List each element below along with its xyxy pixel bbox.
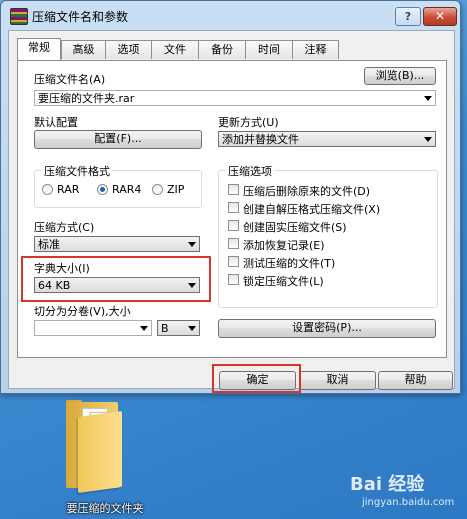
update-mode-value: 添加并替换文件 xyxy=(222,133,299,146)
radio-rar4[interactable] xyxy=(97,184,108,195)
browse-button[interactable]: 浏览(B)... xyxy=(364,67,436,85)
checkbox-recovery-label: 添加恢复记录(E) xyxy=(243,239,325,252)
checkbox-recovery[interactable] xyxy=(228,238,239,249)
tab-time[interactable]: 时间 xyxy=(245,40,293,59)
checkbox-solid-label: 创建固实压缩文件(S) xyxy=(243,221,347,234)
title-bar[interactable]: 压缩文件名和参数 ? ✕ xyxy=(1,1,460,29)
ok-highlight-box xyxy=(212,364,301,393)
desktop-folder[interactable] xyxy=(60,400,140,500)
checkbox-delete-after[interactable] xyxy=(228,184,239,195)
cancel-button[interactable]: 取消 xyxy=(299,371,376,390)
dialog-client: 常规 高级 选项 文件 备份 时间 注释 压缩文件名(A) 浏览(B)... 要… xyxy=(8,30,455,393)
chevron-down-icon xyxy=(188,242,196,247)
general-panel: 压缩文件名(A) 浏览(B)... 要压缩的文件夹.rar 默认配置 配置(F)… xyxy=(17,60,447,358)
split-unit-value: B xyxy=(161,322,169,335)
radio-zip[interactable] xyxy=(152,184,163,195)
baidu-watermark-url: jingyan.baidu.com xyxy=(362,497,455,508)
chevron-down-icon xyxy=(424,137,432,142)
chevron-down-icon xyxy=(424,96,432,101)
checkbox-lock[interactable] xyxy=(228,274,239,285)
archive-dialog: 压缩文件名和参数 ? ✕ 常规 高级 选项 文件 备份 时间 注释 压缩文件名(… xyxy=(0,0,461,394)
archive-options-title: 压缩选项 xyxy=(226,163,274,179)
checkbox-test[interactable] xyxy=(228,256,239,267)
help-button[interactable]: 帮助 xyxy=(378,371,453,390)
archive-format-group: 压缩文件格式 RAR RAR4 ZIP xyxy=(34,163,202,208)
help-title-button[interactable]: ? xyxy=(395,7,421,26)
split-size-combo[interactable] xyxy=(34,320,152,336)
checkbox-delete-after-label: 压缩后删除原来的文件(D) xyxy=(243,185,371,198)
split-volume-label: 切分为分卷(V),大小 xyxy=(34,305,131,318)
dictionary-highlight-box xyxy=(21,256,211,302)
profile-button[interactable]: 配置(F)... xyxy=(34,130,202,149)
tab-advanced[interactable]: 高级 xyxy=(61,40,106,59)
update-mode-select[interactable]: 添加并替换文件 xyxy=(218,131,436,147)
archive-name-combo[interactable]: 要压缩的文件夹.rar xyxy=(34,90,436,106)
archive-options-group: 压缩选项 压缩后删除原来的文件(D) 创建自解压格式压缩文件(X) 创建固实压缩… xyxy=(218,163,438,308)
compression-method-value: 标准 xyxy=(38,238,60,251)
chevron-down-icon xyxy=(188,326,196,331)
archive-format-title: 压缩文件格式 xyxy=(42,163,112,179)
checkbox-test-label: 测试压缩的文件(T) xyxy=(243,257,336,270)
profile-label: 默认配置 xyxy=(34,116,78,129)
tab-comment[interactable]: 注释 xyxy=(292,40,339,59)
tab-backup[interactable]: 备份 xyxy=(198,40,246,59)
checkbox-sfx-label: 创建自解压格式压缩文件(X) xyxy=(243,203,381,216)
tab-options[interactable]: 选项 xyxy=(105,40,152,59)
compression-method-label: 压缩方式(C) xyxy=(34,221,95,234)
close-button[interactable]: ✕ xyxy=(423,7,457,26)
set-password-button[interactable]: 设置密码(P)... xyxy=(218,319,436,338)
radio-rar[interactable] xyxy=(42,184,53,195)
tab-files[interactable]: 文件 xyxy=(151,40,199,59)
radio-rar4-label: RAR4 xyxy=(112,183,142,196)
window-title: 压缩文件名和参数 xyxy=(32,10,129,24)
checkbox-sfx[interactable] xyxy=(228,202,239,213)
chevron-down-icon xyxy=(140,326,148,331)
split-unit-select[interactable]: B xyxy=(157,320,200,336)
radio-zip-label: ZIP xyxy=(167,183,185,196)
baidu-watermark: Bai 经验 xyxy=(350,474,425,495)
compression-method-select[interactable]: 标准 xyxy=(34,236,200,252)
tab-general[interactable]: 常规 xyxy=(17,38,61,60)
archive-name-value: 要压缩的文件夹.rar xyxy=(38,92,135,105)
desktop-folder-label[interactable]: 要压缩的文件夹 xyxy=(50,500,160,516)
update-mode-label: 更新方式(U) xyxy=(218,116,279,129)
winrar-books-icon xyxy=(10,8,28,25)
checkbox-solid[interactable] xyxy=(228,220,239,231)
archive-name-label: 压缩文件名(A) xyxy=(34,73,106,86)
checkbox-lock-label: 锁定压缩文件(L) xyxy=(243,275,324,288)
radio-rar-label: RAR xyxy=(57,183,80,196)
